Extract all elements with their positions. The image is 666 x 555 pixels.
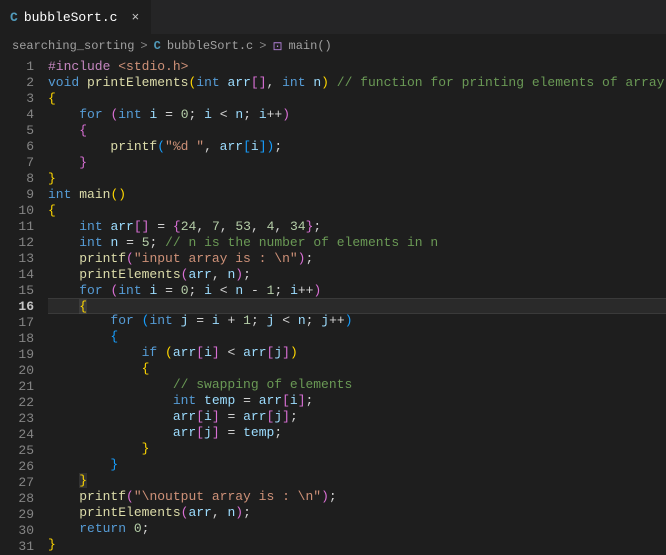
breadcrumb[interactable]: searching_sorting > C bubbleSort.c > ⊡ m… [0, 35, 666, 57]
breadcrumb-folder[interactable]: searching_sorting [12, 39, 134, 53]
line-number: 17 [10, 315, 34, 331]
line-number: 6 [10, 139, 34, 155]
code-line[interactable]: arr[i] = arr[j]; [48, 409, 666, 425]
line-number: 11 [10, 219, 34, 235]
breadcrumb-file[interactable]: bubbleSort.c [167, 39, 253, 53]
line-number: 16 [10, 299, 34, 315]
code-line[interactable]: return 0; [48, 521, 666, 537]
code-line[interactable]: void printElements(int arr[], int n) // … [48, 75, 666, 91]
code-area[interactable]: #include <stdio.h>void printElements(int… [48, 57, 666, 549]
code-line[interactable]: for (int j = i + 1; j < n; j++) [48, 313, 666, 329]
code-line[interactable]: { [48, 91, 666, 107]
line-number: 9 [10, 187, 34, 203]
editor[interactable]: 1234567891011121314151617181920212223242… [0, 57, 666, 549]
line-number: 28 [10, 491, 34, 507]
code-line[interactable]: for (int i = 0; i < n; i++) [48, 107, 666, 123]
line-number: 23 [10, 411, 34, 427]
code-line[interactable]: printf("\noutput array is : \n"); [48, 489, 666, 505]
code-line[interactable]: { [48, 203, 666, 219]
tab-label: bubbleSort.c [24, 10, 118, 25]
line-number: 8 [10, 171, 34, 187]
code-line[interactable]: int temp = arr[i]; [48, 393, 666, 409]
line-number: 2 [10, 75, 34, 91]
line-number: 30 [10, 523, 34, 539]
code-line[interactable]: } [48, 537, 666, 553]
code-line[interactable]: } [48, 155, 666, 171]
code-line[interactable]: #include <stdio.h> [48, 59, 666, 75]
line-number: 27 [10, 475, 34, 491]
chevron-right-icon: > [259, 39, 266, 53]
code-line[interactable]: { [48, 329, 666, 345]
code-line[interactable]: { [48, 298, 666, 314]
chevron-right-icon: > [140, 39, 147, 53]
code-line[interactable]: } [48, 171, 666, 187]
line-number: 15 [10, 283, 34, 299]
code-line[interactable]: } [48, 473, 666, 489]
tab-bar: C bubbleSort.c × [0, 0, 666, 35]
line-number: 1 [10, 59, 34, 75]
code-line[interactable]: int main() [48, 187, 666, 203]
line-number: 24 [10, 427, 34, 443]
line-number: 13 [10, 251, 34, 267]
line-number: 20 [10, 363, 34, 379]
code-line[interactable]: printf("input array is : \n"); [48, 251, 666, 267]
code-line[interactable]: printElements(arr, n); [48, 267, 666, 283]
file-tab[interactable]: C bubbleSort.c × [0, 0, 152, 34]
line-number: 4 [10, 107, 34, 123]
code-line[interactable]: printf("%d ", arr[i]); [48, 139, 666, 155]
code-line[interactable]: int arr[] = {24, 7, 53, 4, 34}; [48, 219, 666, 235]
code-line[interactable]: int n = 5; // n is the number of element… [48, 235, 666, 251]
c-file-icon: C [10, 10, 18, 25]
line-number: 12 [10, 235, 34, 251]
function-icon: ⊡ [272, 39, 282, 54]
code-line[interactable]: // swapping of elements [48, 377, 666, 393]
c-file-icon: C [154, 39, 161, 53]
line-number: 21 [10, 379, 34, 395]
breadcrumb-symbol[interactable]: main() [289, 39, 332, 53]
code-line[interactable]: arr[j] = temp; [48, 425, 666, 441]
line-number: 3 [10, 91, 34, 107]
close-icon[interactable]: × [129, 8, 141, 27]
line-number: 18 [10, 331, 34, 347]
code-line[interactable]: } [48, 457, 666, 473]
line-number: 14 [10, 267, 34, 283]
line-number: 31 [10, 539, 34, 555]
code-line[interactable]: for (int i = 0; i < n - 1; i++) [48, 283, 666, 299]
line-number: 19 [10, 347, 34, 363]
line-number-gutter: 1234567891011121314151617181920212223242… [0, 57, 48, 549]
code-line[interactable]: } [48, 441, 666, 457]
line-number: 5 [10, 123, 34, 139]
line-number: 25 [10, 443, 34, 459]
line-number: 7 [10, 155, 34, 171]
line-number: 26 [10, 459, 34, 475]
line-number: 22 [10, 395, 34, 411]
code-line[interactable]: if (arr[i] < arr[j]) [48, 345, 666, 361]
code-line[interactable]: printElements(arr, n); [48, 505, 666, 521]
line-number: 29 [10, 507, 34, 523]
line-number: 10 [10, 203, 34, 219]
code-line[interactable]: { [48, 123, 666, 139]
code-line[interactable]: { [48, 361, 666, 377]
